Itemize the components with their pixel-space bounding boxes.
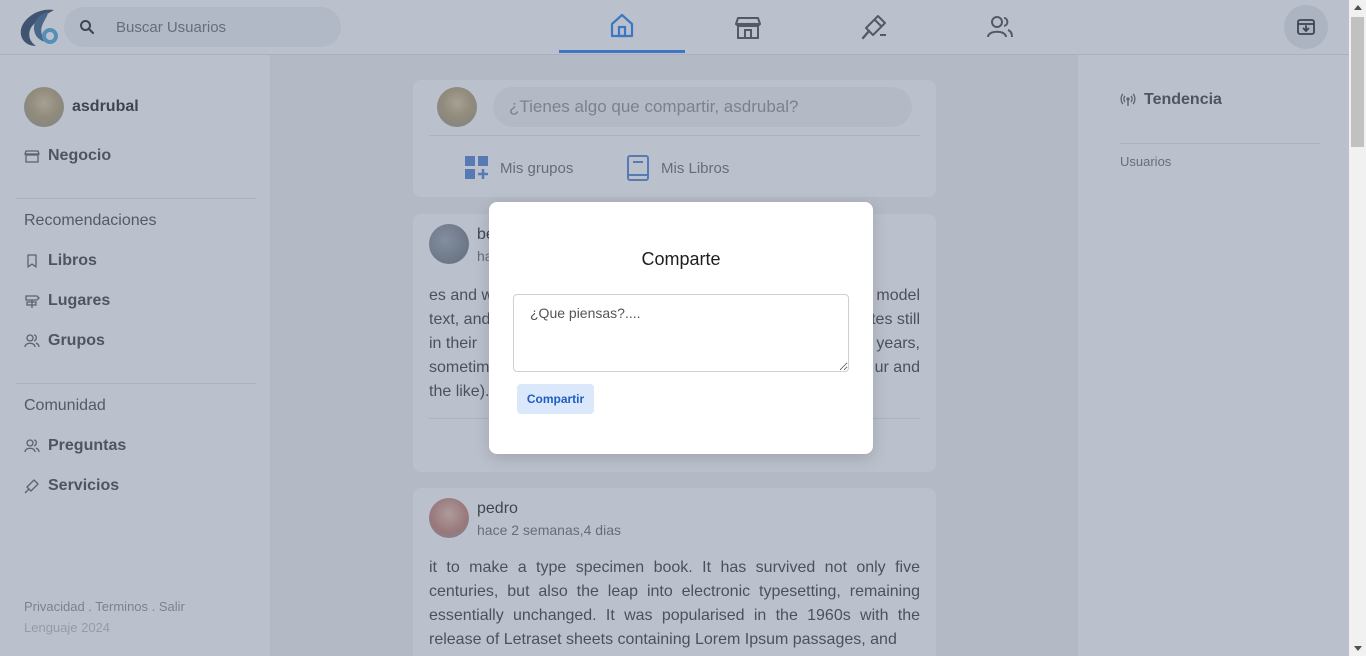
share-textarea[interactable] <box>513 294 849 372</box>
scroll-down-arrow-icon[interactable] <box>1354 646 1362 651</box>
scrollbar-thumb[interactable] <box>1351 17 1364 147</box>
scrollbar[interactable] <box>1349 0 1366 656</box>
modal-title: Comparte <box>641 249 721 269</box>
share-modal: Comparte Compartir <box>489 202 873 454</box>
share-button[interactable]: Compartir <box>517 384 594 414</box>
scroll-up-arrow-icon[interactable] <box>1354 5 1362 10</box>
